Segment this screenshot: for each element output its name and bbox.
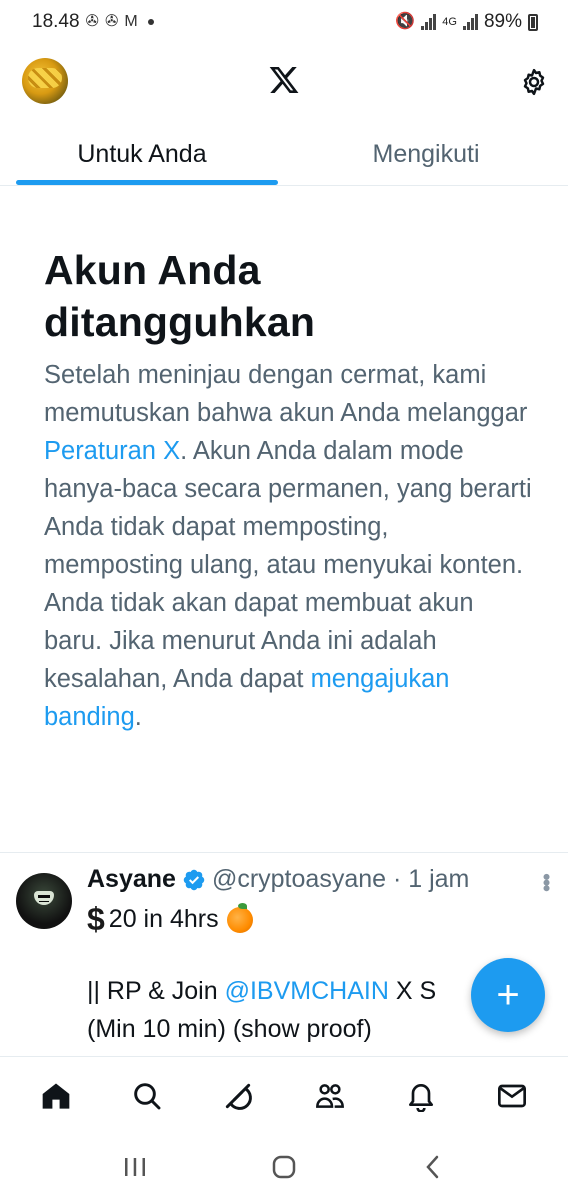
compose-button[interactable]: +	[471, 958, 545, 1032]
x-logo-icon	[269, 67, 299, 93]
nav-notifications[interactable]	[397, 1072, 445, 1120]
more-notifications-dot	[147, 19, 154, 25]
signal-icon	[421, 14, 437, 30]
recent-apps-icon	[124, 1157, 145, 1176]
tweet-handle-time[interactable]: @cryptoasyane · 1 jam	[212, 865, 469, 894]
tweet-card[interactable]: Asyane @cryptoasyane · 1 jam ••• $ 20 in…	[0, 853, 568, 1056]
tweet-author-name[interactable]: Asyane	[87, 865, 176, 894]
tweet-text-prefix: || RP & Join	[87, 977, 225, 1005]
tab-mengikuti[interactable]: Mengikuti	[284, 128, 568, 185]
notice-body-part3: .	[134, 703, 142, 731]
notice-body: Setelah meninjau dengan cermat, kami mem…	[44, 356, 534, 736]
tangerine-emoji-icon	[226, 902, 253, 933]
back-chevron-icon	[426, 1155, 439, 1178]
back-button[interactable]	[413, 1147, 453, 1187]
communities-icon	[315, 1083, 344, 1108]
bottom-navigation	[0, 1056, 568, 1134]
nav-messages[interactable]	[488, 1072, 536, 1120]
network-type: 4G	[442, 15, 457, 28]
gmail-icon: M	[124, 13, 138, 30]
status-left: 18.48 ✇ ✇ M	[32, 11, 154, 33]
tweet-author-avatar[interactable]	[16, 873, 72, 929]
dollar-emoji: $	[87, 901, 105, 937]
notice-body-part1: Setelah meninjau dengan cermat, kami mem…	[44, 361, 528, 427]
nav-grok[interactable]	[214, 1072, 262, 1120]
status-right: 🔇 4G 89%	[395, 11, 538, 33]
notice-title: Akun Anda ditangguhkan	[44, 244, 534, 348]
mute-icon: 🔇	[395, 13, 416, 30]
search-icon	[134, 1082, 161, 1109]
recent-apps-button[interactable]	[115, 1147, 155, 1187]
aperture-icon-2: ✇	[104, 13, 119, 30]
home-icon	[42, 1082, 69, 1109]
status-bar: 18.48 ✇ ✇ M 🔇 4G 89%	[0, 0, 568, 44]
mention-link[interactable]: @IBVMCHAIN	[225, 977, 389, 1005]
nav-communities[interactable]	[306, 1072, 354, 1120]
notice-title-line1: Akun Anda	[44, 247, 261, 293]
aperture-icon: ✇	[85, 13, 99, 30]
nav-search[interactable]	[123, 1072, 171, 1120]
tweet-text-suffix: X S	[388, 977, 437, 1005]
grok-icon	[226, 1083, 253, 1110]
status-time: 18.48	[32, 11, 80, 32]
tweet-text-line1: $ 20 in 4hrs	[87, 901, 253, 938]
notice-title-line2: ditangguhkan	[44, 299, 316, 345]
system-navigation	[0, 1134, 568, 1199]
tab-label: Untuk Anda	[77, 140, 207, 168]
suspension-notice: Akun Anda ditangguhkan Setelah meninjau …	[44, 244, 534, 736]
more-options-icon[interactable]: •••	[533, 873, 559, 890]
tweet-text-amount: 20 in 4hrs	[108, 905, 219, 933]
compose-plus-icon: +	[496, 972, 520, 1017]
battery-icon	[528, 13, 538, 31]
tab-label: Mengikuti	[372, 140, 480, 168]
verified-badge-icon	[183, 869, 205, 890]
profile-avatar[interactable]	[22, 58, 68, 104]
app-bar	[0, 50, 568, 114]
tweet-text-line3: (Min 10 min) (show proof)	[87, 1015, 372, 1043]
tweet-text-line2: || RP & Join @IBVMCHAIN X S	[87, 977, 436, 1006]
active-tab-indicator	[16, 180, 278, 185]
tweet-header: Asyane @cryptoasyane · 1 jam	[87, 865, 469, 894]
notice-body-part2: . Akun Anda dalam mode hanya-baca secara…	[44, 437, 532, 693]
notifications-icon	[408, 1083, 433, 1112]
signal-icon-2	[462, 14, 478, 30]
rules-link[interactable]: Peraturan X	[44, 437, 180, 465]
tab-untuk-anda[interactable]: Untuk Anda	[0, 128, 284, 185]
home-system-button[interactable]	[264, 1147, 304, 1187]
messages-icon	[498, 1084, 527, 1107]
battery-percent: 89%	[483, 11, 522, 32]
nav-home[interactable]	[32, 1072, 80, 1120]
gear-icon[interactable]	[519, 67, 549, 97]
home-system-icon	[272, 1155, 296, 1178]
feed-tabs: Untuk Anda Mengikuti	[0, 128, 568, 186]
